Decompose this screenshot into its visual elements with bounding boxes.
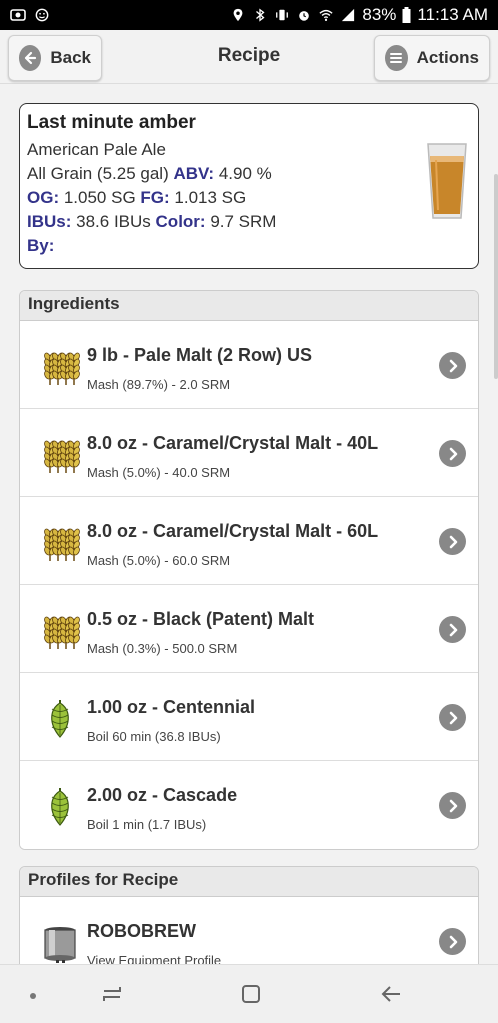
grain-icon bbox=[40, 435, 80, 475]
item-title: 8.0 oz - Caramel/Crystal Malt - 60L bbox=[87, 521, 379, 541]
color-value: 9.7 SRM bbox=[210, 212, 277, 231]
recipe-ibu-color: IBUs: 38.6 IBUs Color: 9.7 SRM bbox=[27, 210, 471, 234]
list-item[interactable]: 2.00 oz - Cascade Boil 1 min (1.7 IBUs) bbox=[20, 761, 478, 849]
beer-glass-icon bbox=[427, 143, 467, 219]
actions-button[interactable]: Actions bbox=[374, 35, 490, 81]
recipe-method: All Grain (5.25 gal) bbox=[27, 164, 169, 183]
list-item[interactable]: 1.00 oz - Centennial Boil 60 min (36.8 IB… bbox=[20, 673, 478, 761]
item-title: 1.00 oz - Centennial bbox=[87, 697, 256, 717]
by-label: By: bbox=[27, 236, 55, 255]
status-bar: 83% 11:13 AM bbox=[0, 0, 498, 30]
chevron-right-icon[interactable] bbox=[439, 528, 466, 555]
fg-label: FG: bbox=[140, 188, 170, 207]
chevron-right-icon[interactable] bbox=[439, 440, 466, 467]
recipe-name: Last minute amber bbox=[27, 112, 196, 133]
notification-icon bbox=[10, 9, 26, 21]
chevron-right-icon[interactable] bbox=[439, 928, 466, 955]
grain-icon bbox=[40, 523, 80, 563]
ibu-label: IBUs: bbox=[27, 212, 72, 231]
item-subtitle: Boil 1 min (1.7 IBUs) bbox=[87, 817, 207, 832]
item-title: 0.5 oz - Black (Patent) Malt bbox=[87, 609, 315, 629]
item-subtitle: Boil 60 min (36.8 IBUs) bbox=[87, 729, 221, 744]
wifi-icon bbox=[319, 9, 333, 21]
item-title: 2.00 oz - Cascade bbox=[87, 785, 238, 805]
item-title: 9 lb - Pale Malt (2 Row) US bbox=[87, 345, 313, 365]
kettle-icon bbox=[40, 923, 80, 963]
chevron-right-icon[interactable] bbox=[439, 352, 466, 379]
grain-icon bbox=[40, 347, 80, 387]
list-item[interactable]: 0.5 oz - Black (Patent) Malt Mash (0.3%) … bbox=[20, 585, 478, 673]
clock: 11:13 AM bbox=[417, 5, 488, 24]
smiley-icon bbox=[35, 8, 49, 22]
profiles-section: Profiles for Recipe ROBOBREW View Equipme… bbox=[19, 866, 479, 964]
ingredients-section: Ingredients 9 lb - Pale Malt (2 Row) US M… bbox=[19, 290, 479, 850]
ingredients-heading: Ingredients bbox=[20, 291, 478, 321]
app-header: Back Recipe Actions bbox=[0, 30, 498, 84]
color-label: Color: bbox=[155, 212, 206, 231]
battery-percent: 83% bbox=[362, 5, 397, 24]
list-item[interactable]: 9 lb - Pale Malt (2 Row) US Mash (89.7%) … bbox=[20, 321, 478, 409]
abv-value: 4.90 % bbox=[218, 164, 272, 183]
menu-icon bbox=[385, 45, 408, 71]
item-subtitle: View Equipment Profile bbox=[87, 953, 222, 964]
location-icon bbox=[234, 8, 243, 22]
scrollbar[interactable] bbox=[494, 174, 498, 379]
item-subtitle: Mash (5.0%) - 40.0 SRM bbox=[87, 465, 231, 480]
chevron-right-icon[interactable] bbox=[439, 616, 466, 643]
actions-label: Actions bbox=[416, 48, 479, 67]
hop-icon bbox=[40, 699, 80, 739]
item-subtitle: Mash (89.7%) - 2.0 SRM bbox=[87, 377, 231, 392]
home-icon[interactable] bbox=[240, 983, 262, 1005]
bluetooth-icon bbox=[256, 8, 265, 22]
item-title: ROBOBREW bbox=[87, 921, 196, 941]
alarm-icon bbox=[299, 11, 310, 21]
vibrate-icon bbox=[276, 9, 289, 21]
signal-icon bbox=[342, 8, 355, 22]
profiles-heading: Profiles for Recipe bbox=[20, 867, 478, 897]
system-nav-bar bbox=[0, 964, 498, 1023]
list-item[interactable]: 8.0 oz - Caramel/Crystal Malt - 60L Mash … bbox=[20, 497, 478, 585]
recent-apps-icon[interactable] bbox=[101, 983, 123, 1005]
item-title: 8.0 oz - Caramel/Crystal Malt - 40L bbox=[87, 433, 379, 453]
fg-value: 1.013 SG bbox=[174, 188, 247, 207]
recipe-style: American Pale Ale bbox=[27, 140, 166, 159]
recipe-method-abv: All Grain (5.25 gal) ABV: 4.90 % bbox=[27, 162, 471, 186]
list-item[interactable]: 8.0 oz - Caramel/Crystal Malt - 40L Mash … bbox=[20, 409, 478, 497]
og-label: OG: bbox=[27, 188, 60, 207]
ibu-value: 38.6 IBUs bbox=[76, 212, 151, 231]
chevron-right-icon[interactable] bbox=[439, 792, 466, 819]
assistant-dot-icon[interactable] bbox=[29, 992, 37, 1000]
item-subtitle: Mash (5.0%) - 60.0 SRM bbox=[87, 553, 231, 568]
item-subtitle: Mash (0.3%) - 500.0 SRM bbox=[87, 641, 238, 656]
content-scroll[interactable]: Last minute amber American Pale Ale All … bbox=[0, 84, 498, 964]
grain-icon bbox=[40, 611, 80, 651]
hop-icon bbox=[40, 787, 80, 827]
recipe-summary-card: Last minute amber American Pale Ale All … bbox=[19, 103, 479, 269]
list-item[interactable]: ROBOBREW View Equipment Profile bbox=[20, 897, 478, 964]
recipe-by: By: bbox=[27, 234, 471, 258]
chevron-right-icon[interactable] bbox=[439, 704, 466, 731]
recipe-gravity: OG: 1.050 SG FG: 1.013 SG bbox=[27, 186, 471, 210]
battery-icon bbox=[402, 7, 411, 23]
back-nav-icon[interactable] bbox=[380, 983, 402, 1005]
abv-label: ABV: bbox=[173, 164, 215, 183]
og-value: 1.050 SG bbox=[63, 188, 136, 207]
